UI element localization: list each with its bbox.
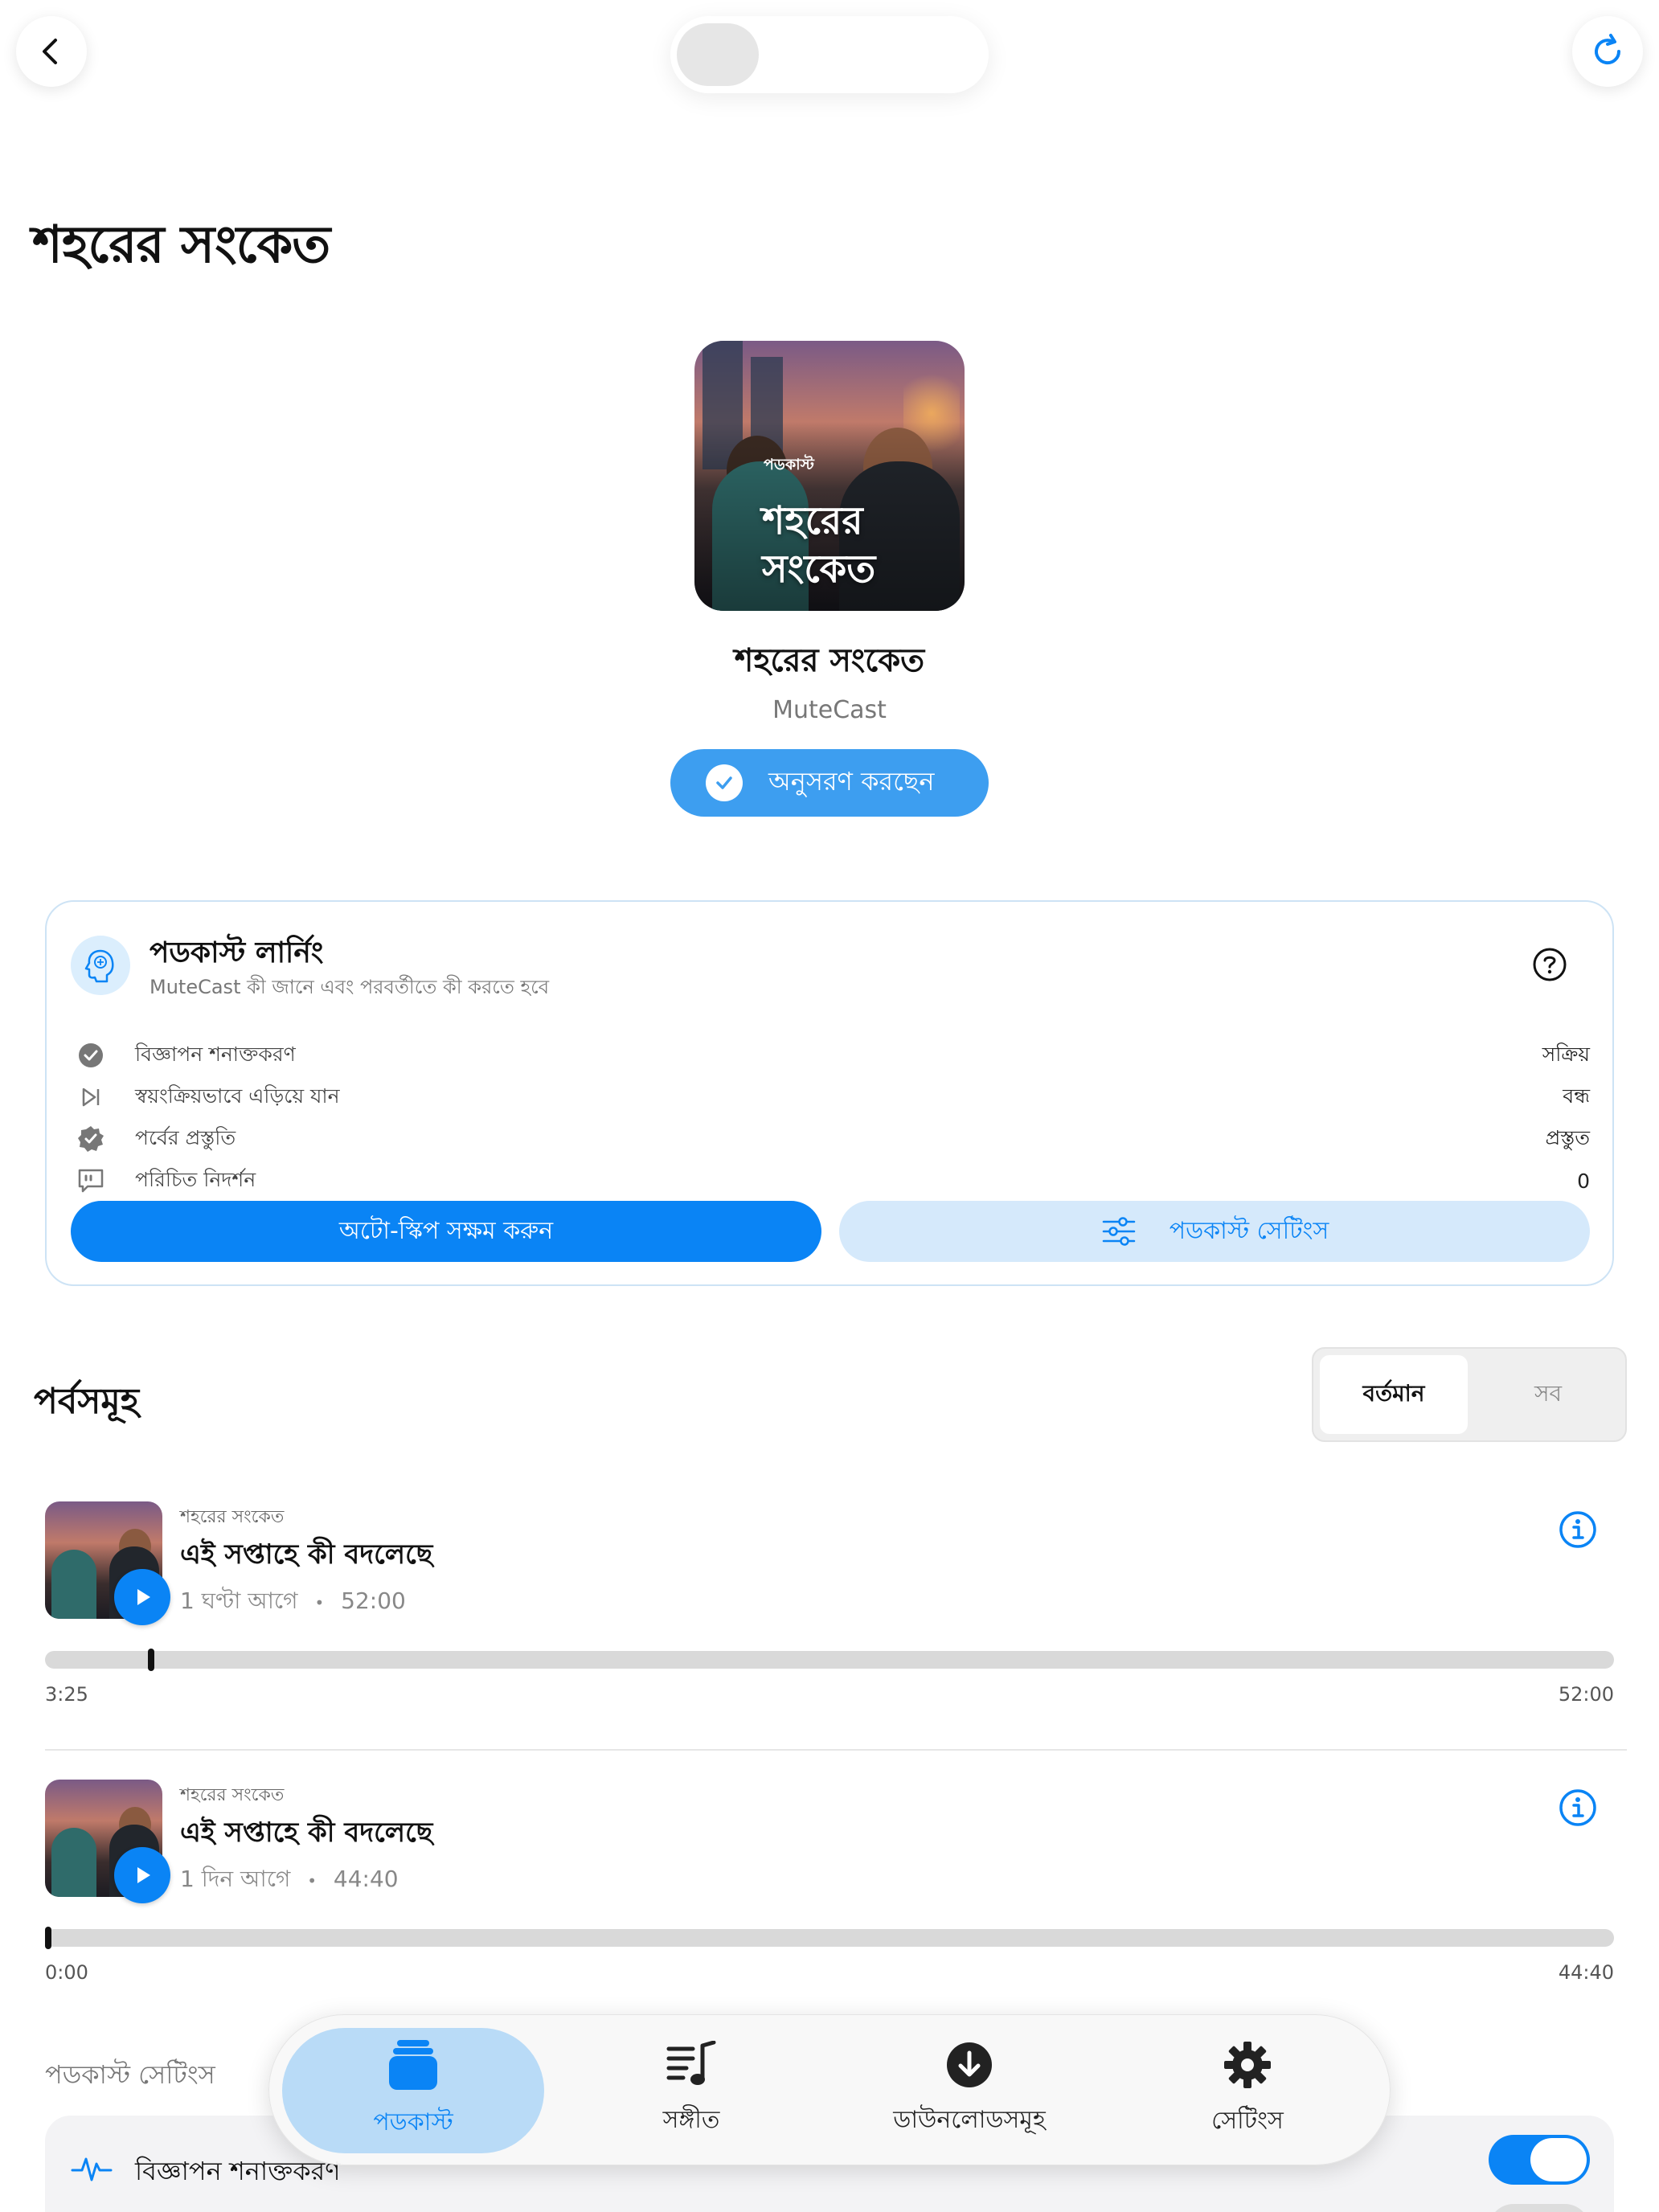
refresh-icon (1595, 34, 1621, 65)
episode-meta: 1 ঘণ্টা আগে • 52:00 (180, 1583, 406, 1621)
tab-label: সঙ্গীত (662, 2105, 720, 2134)
pill-placeholder (677, 23, 759, 86)
row-value: বন্ধ (1563, 1083, 1590, 1108)
row-value: 0 (1577, 1169, 1590, 1193)
episode-duration: 52:00 (341, 1587, 406, 1614)
now-playing-pill[interactable] (670, 16, 989, 93)
info-icon[interactable] (1558, 1509, 1598, 1550)
play-button[interactable] (114, 1569, 170, 1625)
meta-separator: • (307, 1871, 317, 1890)
elapsed-time: 3:25 (45, 1683, 88, 1706)
cover-tag: পডকাস্ট (764, 456, 814, 473)
row-value: প্রস্তুত (1545, 1125, 1590, 1149)
follow-label: অনুসরণ করছেন (768, 766, 935, 797)
progress-track[interactable] (45, 1651, 1614, 1669)
learning-row-ad-detection: বিজ্ঞাপন শনাক্তকরণ সক্রিয় (71, 1035, 1590, 1075)
episode-duration: 44:40 (333, 1866, 399, 1892)
follow-button[interactable]: অনুসরণ করছেন (670, 749, 989, 817)
progress-handle[interactable] (148, 1649, 154, 1671)
help-icon[interactable] (1532, 947, 1567, 982)
podcast-cover: পডকাস্ট শহরের সংকেত (694, 341, 965, 611)
podcast-settings-button[interactable]: পডকাস্ট সেটিংস (839, 1201, 1590, 1262)
podcast-author: MuteCast (772, 696, 887, 724)
episode-age: 1 দিন আগে (180, 1866, 291, 1892)
segment-current[interactable]: বর্তমান (1320, 1355, 1468, 1434)
podcast-settings-label: পডকাস্ট সেটিংস (1169, 1216, 1329, 1245)
tab-label: সেটিংস (1211, 2106, 1284, 2135)
gear-icon (1224, 2041, 1271, 2088)
row-label: পর্বের প্রস্তুতি (135, 1125, 236, 1149)
quote-bubble-icon (71, 1161, 111, 1201)
episode-source: শহরের সংকেত (180, 1507, 285, 1527)
total-time: 44:40 (1558, 1961, 1614, 1984)
episode-row[interactable]: শহরের সংকেত এই সপ্তাহে কী বদলেছে 1 ঘণ্টা… (0, 1493, 1659, 1759)
episode-source: শহরের সংকেত (180, 1785, 285, 1805)
learning-row-readiness: পর্বের প্রস্তুতি প্রস্তুত (71, 1119, 1590, 1159)
learning-title: পডকাস্ট লার্নিং (150, 936, 324, 969)
page-title: শহরের সংকেত (32, 215, 330, 275)
check-circle-icon (71, 1035, 111, 1075)
row-value: সক্রিয় (1542, 1042, 1590, 1066)
tab-podcasts[interactable]: পডকাস্ট (282, 2028, 544, 2153)
tab-label: ডাউনলোডসমূহ (893, 2105, 1046, 2134)
skip-forward-icon (71, 1077, 111, 1117)
elapsed-time: 0:00 (45, 1961, 88, 1984)
episode-meta: 1 দিন আগে • 44:40 (180, 1862, 399, 1899)
download-icon (947, 2042, 992, 2087)
learning-subtitle: MuteCast কী জানে এবং পরবর্তীতে কী করতে হ… (150, 976, 550, 998)
segment-all[interactable]: সব (1474, 1355, 1622, 1434)
meta-separator: • (314, 1593, 325, 1612)
verified-badge-icon (71, 1119, 111, 1159)
podcast-learning-card: পডকাস্ট লার্নিং MuteCast কী জানে এবং পরব… (45, 900, 1614, 1286)
secondary-toggle[interactable] (1489, 2204, 1590, 2212)
episodes-heading: পর্বসমূহ (34, 1381, 139, 1422)
row-label: স্বয়ংক্রিয়ভাবে এড়িয়ে যান (135, 1083, 340, 1108)
learning-row-patterns: পরিচিত নিদর্শন 0 (71, 1161, 1590, 1201)
tab-downloads[interactable]: ডাউনলোডসমূহ (838, 2028, 1100, 2153)
brain-head-icon (71, 936, 130, 995)
cover-title-line2: সংকেত (762, 547, 876, 592)
episode-row[interactable]: শহরের সংকেত এই সপ্তাহে কী বদলেছে 1 দিন আ… (0, 1772, 1659, 2037)
episodes-filter-segment: বর্তমান সব (1312, 1347, 1627, 1442)
learning-row-auto-skip: স্বয়ংক্রিয়ভাবে এড়িয়ে যান বন্ধ (71, 1077, 1590, 1117)
episode-title: এই সপ্তাহে কী বদলেছে (180, 1538, 433, 1571)
podcast-settings-section-label: পডকাস্ট সেটিংস (45, 2059, 215, 2090)
episode-divider (45, 1749, 1627, 1751)
music-list-icon (666, 2040, 716, 2085)
podcast-title: শহরের সংকেত (734, 642, 925, 679)
tab-settings[interactable]: সেটিংস (1116, 2028, 1378, 2153)
total-time: 52:00 (1558, 1683, 1614, 1706)
play-button[interactable] (114, 1847, 170, 1903)
refresh-button[interactable] (1572, 16, 1643, 87)
sliders-icon (1102, 1217, 1135, 1246)
tab-bar: পডকাস্ট সঙ্গীত ডাউনলোডসমূহ সেটিংস (268, 2014, 1391, 2165)
episode-title: এই সপ্তাহে কী বদলেছে (180, 1817, 433, 1849)
row-label: পরিচিত নিদর্শন (135, 1167, 256, 1191)
row-label: বিজ্ঞাপন শনাক্তকরণ (135, 1042, 296, 1066)
progress-track[interactable] (45, 1929, 1614, 1947)
chevron-left-icon (43, 39, 57, 64)
podcast-stack-icon (389, 2039, 437, 2090)
play-icon (137, 1867, 150, 1883)
enable-auto-skip-button[interactable]: অটো-স্কিপ সক্ষম করুন (71, 1201, 821, 1262)
tab-music[interactable]: সঙ্গীত (560, 2028, 822, 2153)
ad-detection-toggle[interactable] (1489, 2135, 1590, 2185)
episode-age: 1 ঘণ্টা আগে (180, 1587, 298, 1614)
waveform-icon (69, 2146, 114, 2191)
tab-label: পডকাস্ট (373, 2108, 453, 2136)
progress-handle[interactable] (45, 1927, 51, 1949)
checkmark-icon (706, 764, 743, 801)
back-button[interactable] (16, 16, 87, 87)
play-icon (137, 1589, 150, 1605)
info-icon[interactable] (1558, 1788, 1598, 1828)
